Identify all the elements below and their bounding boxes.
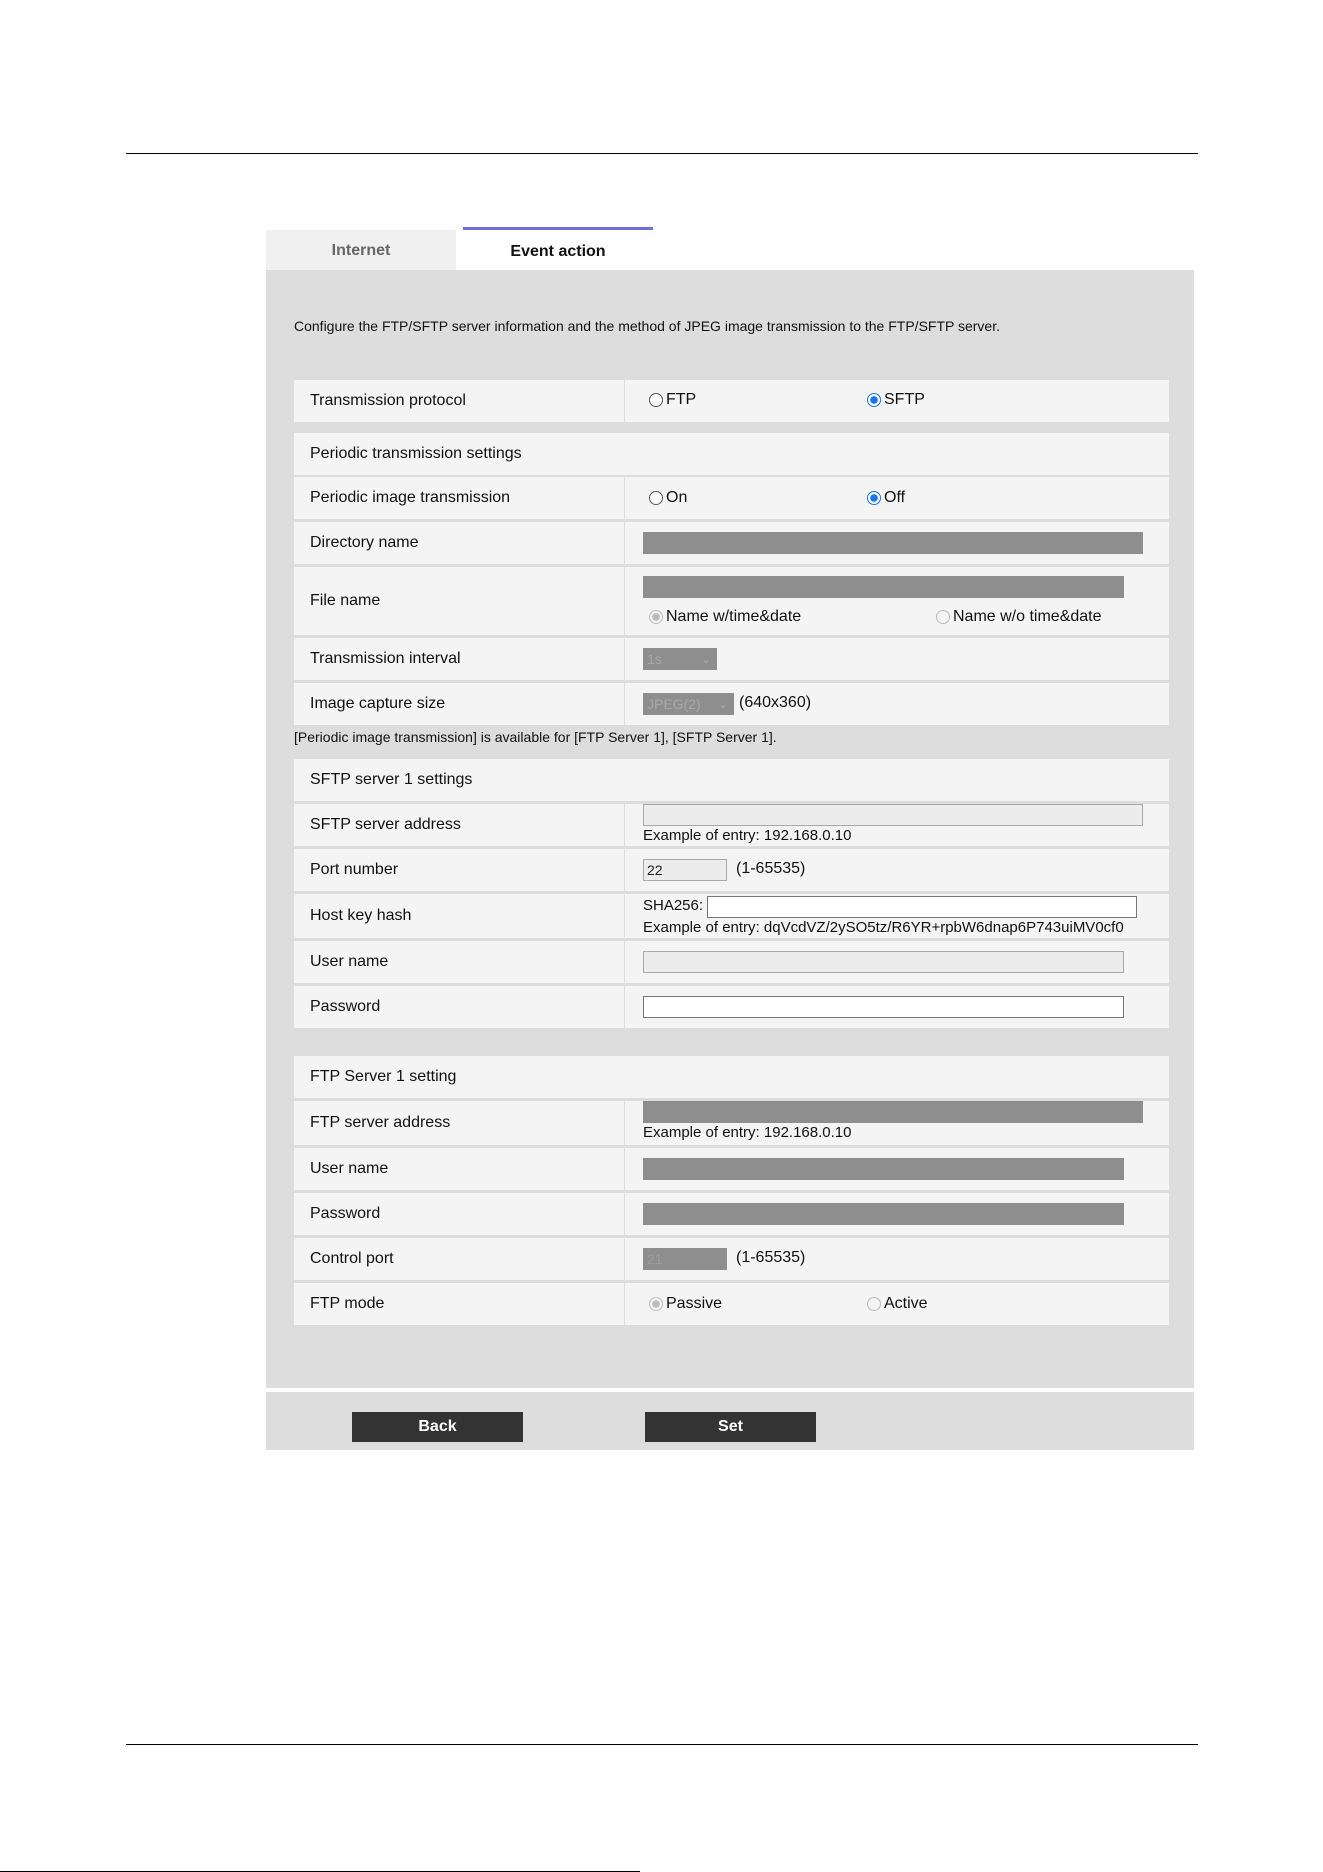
button-bar: Back Set — [266, 1392, 1194, 1450]
radio-passive-circle[interactable] — [649, 1297, 663, 1311]
chevron-down-icon: ⌄ — [717, 697, 728, 711]
radio-ftp-circle[interactable] — [649, 393, 663, 407]
control-port-input[interactable] — [643, 1248, 727, 1270]
periodic-availability-note: [Periodic image transmission] is availab… — [294, 729, 777, 745]
file-name-input[interactable] — [643, 576, 1124, 598]
bottom-rule — [126, 1744, 1198, 1745]
row-sftp-user-name: User name — [294, 941, 1169, 983]
row-host-key-hash: Host key hash SHA256: Example of entry: … — [294, 894, 1169, 938]
host-key-hash-input[interactable] — [707, 896, 1137, 918]
periodic-section-heading: Periodic transmission settings — [294, 433, 1169, 475]
ftp-server-address-label: FTP server address — [310, 1114, 451, 1131]
sha256-prefix: SHA256: — [643, 897, 704, 914]
host-key-hash-label: Host key hash — [310, 907, 412, 924]
capture-resolution-text: (640x360) — [739, 694, 812, 711]
host-key-example: Example of entry: dqVcdVZ/2ySO5tz/R6YR+r… — [643, 919, 1124, 936]
row-directory-name: Directory name — [294, 522, 1169, 564]
page-description: Configure the FTP/SFTP server informatio… — [294, 318, 1000, 334]
sftp-heading-text: SFTP server 1 settings — [310, 771, 473, 788]
radio-name-with-time[interactable]: Name w/time&date — [649, 608, 801, 626]
radio-active[interactable]: Active — [867, 1295, 928, 1313]
periodic-heading-text: Periodic transmission settings — [310, 445, 522, 462]
ftp-mode-label: FTP mode — [310, 1295, 385, 1312]
ftp-password-label: Password — [310, 1205, 381, 1222]
radio-name-with-time-circle[interactable] — [649, 610, 663, 624]
row-sftp-password: Password — [294, 986, 1169, 1028]
sftp-password-input[interactable] — [643, 996, 1124, 1018]
image-capture-size-select[interactable]: JPEG(2) ⌄ — [643, 693, 734, 715]
ftp-server-address-input[interactable] — [643, 1101, 1143, 1123]
directory-name-input[interactable] — [643, 532, 1143, 554]
image-capture-size-label: Image capture size — [310, 695, 446, 712]
ftp-password-input[interactable] — [643, 1203, 1124, 1225]
ftp-heading-text: FTP Server 1 setting — [310, 1068, 457, 1085]
set-button[interactable]: Set — [645, 1412, 816, 1442]
ftp-user-name-input[interactable] — [643, 1158, 1124, 1180]
top-rule — [126, 153, 1198, 154]
radio-name-without-time-circle[interactable] — [936, 610, 950, 624]
row-port-number: Port number (1-65535) — [294, 849, 1169, 891]
control-port-label: Control port — [310, 1250, 394, 1267]
row-transmission-protocol: Transmission protocol FTP SFTP — [294, 380, 1169, 422]
radio-periodic-on[interactable]: On — [649, 489, 687, 507]
row-ftp-user-name: User name — [294, 1148, 1169, 1190]
radio-active-circle[interactable] — [867, 1297, 881, 1311]
directory-name-label: Directory name — [310, 534, 419, 551]
transmission-interval-label: Transmission interval — [310, 650, 461, 667]
tab-internet[interactable]: Internet — [266, 230, 456, 270]
radio-name-without-time[interactable]: Name w/o time&date — [936, 608, 1102, 626]
back-button[interactable]: Back — [352, 1412, 523, 1442]
radio-passive[interactable]: Passive — [649, 1295, 722, 1313]
port-number-input[interactable] — [643, 859, 727, 881]
sftp-section-heading: SFTP server 1 settings — [294, 759, 1169, 801]
sftp-password-label: Password — [310, 998, 381, 1015]
radio-sftp-circle[interactable] — [867, 393, 881, 407]
ftp-user-name-label: User name — [310, 1160, 389, 1177]
radio-sftp[interactable]: SFTP — [867, 391, 925, 409]
ftp-address-example: Example of entry: 192.168.0.10 — [643, 1124, 852, 1141]
row-image-capture-size: Image capture size JPEG(2) ⌄ (640x360) — [294, 683, 1169, 725]
row-file-name: File name Name w/time&date Name w/o time… — [294, 567, 1169, 635]
row-ftp-password: Password — [294, 1193, 1169, 1235]
tab-event-action[interactable]: Event action — [463, 227, 653, 273]
transmission-interval-select[interactable]: 1s ⌄ — [643, 648, 717, 670]
sftp-server-address-label: SFTP server address — [310, 816, 461, 833]
row-control-port: Control port (1-65535) — [294, 1238, 1169, 1280]
sftp-user-name-label: User name — [310, 953, 389, 970]
transmission-protocol-label: Transmission protocol — [310, 392, 466, 409]
radio-periodic-off-circle[interactable] — [867, 491, 881, 505]
ftp-section-heading: FTP Server 1 setting — [294, 1056, 1169, 1098]
radio-periodic-on-circle[interactable] — [649, 491, 663, 505]
radio-periodic-off[interactable]: Off — [867, 489, 905, 507]
sftp-address-example: Example of entry: 192.168.0.10 — [643, 827, 852, 844]
control-port-range-text: (1-65535) — [736, 1249, 806, 1266]
row-transmission-interval: Transmission interval 1s ⌄ — [294, 638, 1169, 680]
port-range-text: (1-65535) — [736, 860, 806, 877]
sftp-user-name-input[interactable] — [643, 951, 1124, 973]
radio-ftp[interactable]: FTP — [649, 391, 696, 409]
row-ftp-mode: FTP mode Passive Active — [294, 1283, 1169, 1325]
chevron-down-icon: ⌄ — [700, 652, 711, 666]
file-name-label: File name — [310, 592, 381, 609]
periodic-image-transmission-label: Periodic image transmission — [310, 489, 511, 506]
row-periodic-image-transmission: Periodic image transmission On Off — [294, 477, 1169, 519]
port-number-label: Port number — [310, 861, 399, 878]
row-ftp-server-address: FTP server address Example of entry: 192… — [294, 1101, 1169, 1145]
row-sftp-server-address: SFTP server address Example of entry: 19… — [294, 804, 1169, 846]
sftp-server-address-input[interactable] — [643, 804, 1143, 826]
